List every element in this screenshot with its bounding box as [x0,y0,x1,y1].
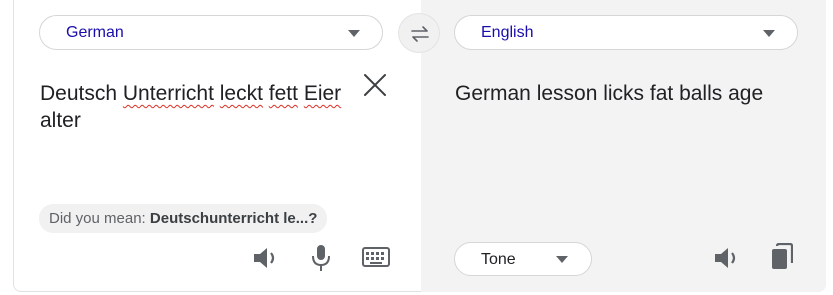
listen-target-button[interactable] [713,246,741,275]
microphone-icon [312,245,330,271]
speaker-icon [254,248,275,268]
listen-source-button[interactable] [252,246,280,275]
translated-text: German lesson licks fat balls age [455,82,764,105]
source-word: Deutsch [40,82,118,105]
chevron-down-icon [348,30,360,37]
copy-icon [772,242,794,269]
clear-text-button[interactable] [362,72,388,98]
swap-arrows-icon [411,26,429,42]
speaker-icon [715,248,736,268]
chevron-down-icon [763,30,775,37]
keyboard-button[interactable] [362,247,390,272]
source-word-misspelled[interactable]: Unterricht [123,82,214,105]
source-word: alter [40,109,81,132]
target-language-select[interactable]: English [454,15,798,50]
microphone-button[interactable] [311,244,331,277]
chevron-down-icon [556,256,568,263]
target-language-label: English [481,24,534,41]
source-language-select[interactable]: German [39,15,383,50]
did-you-mean-prefix: Did you mean: [49,210,150,227]
did-you-mean-text: Deutschunterricht le...? [149,210,318,227]
source-word-misspelled[interactable]: Eier [304,82,341,105]
keyboard-icon [362,247,390,267]
source-text-input[interactable]: Deutsch Unterricht leckt fett Eier alter [40,80,370,134]
close-icon [364,74,386,96]
tone-label: Tone [481,251,516,268]
swap-languages-button[interactable] [398,13,440,53]
source-word-misspelled[interactable]: leckt [220,82,263,105]
copy-button[interactable] [771,242,794,276]
source-language-label: German [66,24,124,41]
tone-select[interactable]: Tone [454,242,592,276]
did-you-mean-suggestion[interactable]: Did you mean: Deutschunterricht le...? [39,204,328,233]
source-word-misspelled[interactable]: fett [269,82,298,105]
